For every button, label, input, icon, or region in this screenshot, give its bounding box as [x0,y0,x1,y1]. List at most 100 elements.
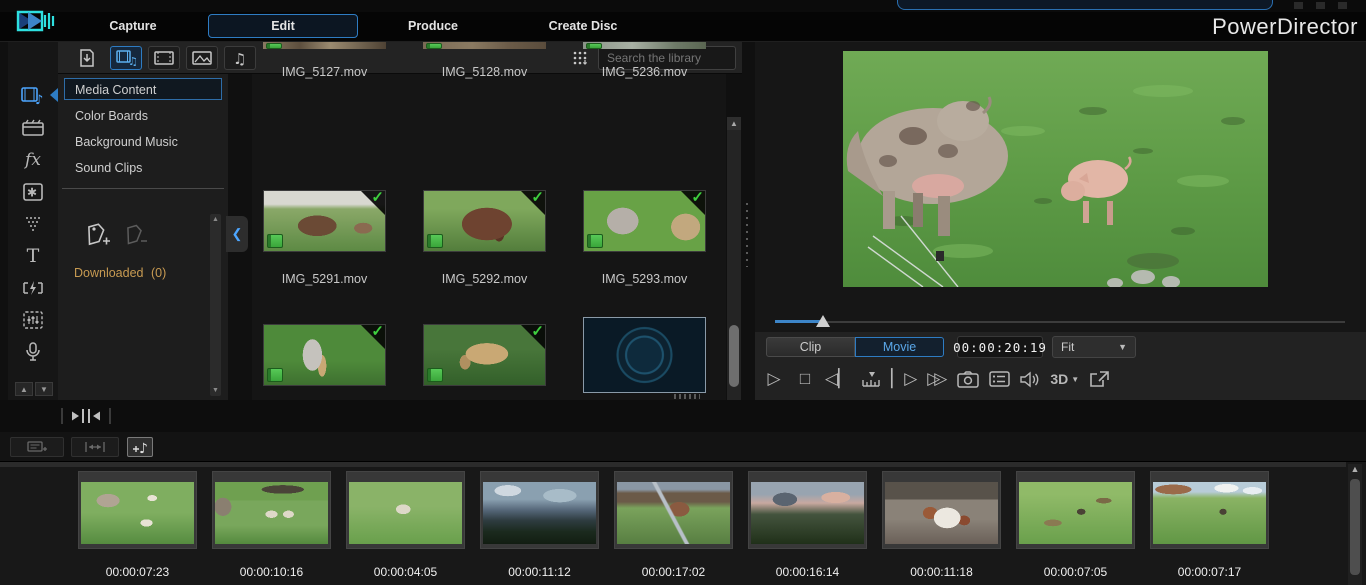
clip-thumbnail-frame[interactable] [1016,471,1135,549]
previous-frame-button[interactable]: ◁▏ [825,367,851,391]
audio-mixing-room-button[interactable] [16,306,50,334]
timeline-clip[interactable]: 00:00:07:17 [1150,471,1269,579]
import-media-icon[interactable] [72,46,102,70]
3d-mode-button[interactable]: 3D ▼ [1050,367,1079,391]
splitter-resize-handle[interactable] [60,406,112,426]
mode-tab[interactable]: Produce [358,14,508,38]
fit-timeline-button[interactable] [71,437,119,457]
scrollbar-thumb[interactable] [1350,479,1360,575]
particle-room-button[interactable] [16,210,50,238]
explorer-item[interactable]: Media Content [64,78,222,100]
splitter-dots-handle[interactable] [674,394,700,399]
media-item[interactable]: ✓ IMG_5292.mov [423,190,546,286]
media-thumbnail[interactable]: ✓ [423,324,546,386]
remove-tag-icon[interactable] [124,224,150,246]
timeline-ruler[interactable] [0,462,1346,467]
fast-forward-button[interactable]: ▷▷ [926,367,948,391]
music-filter-icon[interactable]: ♫ [224,46,256,70]
play-button[interactable]: ▷ [763,367,785,391]
next-frame-button[interactable]: ▏▷ [891,367,917,391]
volume-button[interactable] [1019,367,1041,391]
timeline-clip[interactable]: 00:00:10:16 [212,471,331,579]
mode-tab-label: Edit [271,19,295,33]
rail-scroll-down[interactable]: ▼ [35,382,53,396]
seek-track[interactable] [775,321,1345,323]
project-room-button[interactable] [16,114,50,142]
zoom-fit-dropdown[interactable]: Fit ▼ [1052,336,1136,358]
voiceover-room-button[interactable] [16,338,50,366]
media-item[interactable]: ✓ IMG_5293.mov [583,190,706,286]
media-item[interactable]: IMG_5236.mov [583,42,706,79]
media-thumbnail[interactable]: ✓ [583,190,706,252]
timeline-scrollbar[interactable]: ▲ [1348,464,1362,585]
scroll-up-icon[interactable]: ▲ [210,216,221,223]
title-room-button[interactable]: T [16,242,50,270]
clip-thumbnail-frame[interactable] [1150,471,1269,549]
preview-quality-button[interactable] [988,367,1010,391]
media-thumbnail[interactable] [263,42,386,49]
timeline-clip[interactable]: 00:00:04:05 [346,471,465,579]
timeline-clip[interactable]: 00:00:16:14 [748,471,867,579]
preview-seek-slider[interactable] [775,315,1345,329]
media-item[interactable]: IMG_5127.mov [263,42,386,79]
rail-scroll-up[interactable]: ▲ [15,382,33,396]
scroll-up-icon[interactable]: ▲ [727,117,741,130]
clip-thumbnail-frame[interactable] [78,471,197,549]
timecode-display[interactable]: 00:00:20:19 [957,336,1043,358]
clip-thumbnail-frame[interactable] [748,471,867,549]
effect-room-button[interactable]: fx [16,146,50,174]
collapse-panel-button[interactable]: ❮ [226,216,248,252]
explorer-scrollbar[interactable]: ▲ ▼ [210,214,221,396]
add-track-button[interactable] [10,437,64,457]
undock-preview-button[interactable] [1088,367,1110,391]
media-thumbnail[interactable] [423,42,546,49]
explorer-item[interactable]: Sound Clips [64,156,222,178]
media-thumbnail[interactable]: ✓ [583,317,706,393]
movie-mode-button[interactable]: Movie [855,337,944,357]
mode-header: Capture Edit Produce Create Disc PowerDi… [0,12,1366,42]
scroll-down-icon[interactable]: ▼ [210,387,221,394]
clip-thumbnail-frame[interactable] [614,471,733,549]
clip-thumbnail-frame[interactable] [480,471,599,549]
timeline-clip[interactable]: 00:00:17:02 [614,471,733,579]
scrollbar-thumb[interactable] [729,325,739,387]
seek-unit-button[interactable] [860,367,882,391]
explorer-item[interactable]: Background Music [64,130,222,152]
preview-video[interactable] [843,51,1268,287]
grid-scrollbar[interactable]: ▲ ▼ [727,117,741,435]
clip-thumbnail-frame[interactable] [346,471,465,549]
stop-button[interactable]: □ [794,367,816,391]
media-thumbnail[interactable]: ✓ [263,324,386,386]
clip-thumbnail-frame[interactable] [212,471,331,549]
timeline-clip[interactable]: 00:00:11:12 [480,471,599,579]
mode-tab[interactable]: Capture [58,14,208,38]
media-thumbnail[interactable]: ✓ [263,190,386,252]
seek-thumb[interactable] [816,315,830,327]
timeline-clip[interactable]: 00:00:11:18 [882,471,1001,579]
mode-tab[interactable]: Create Disc [508,14,658,38]
add-background-music-button[interactable]: ♪ [127,437,153,457]
panel-splitter-handle[interactable] [744,203,750,267]
clip-thumbnail [1153,482,1266,544]
snapshot-button[interactable] [957,367,979,391]
scroll-up-icon[interactable]: ▲ [1348,464,1362,477]
media-room-button[interactable]: ♪ [16,82,50,110]
timeline-clip[interactable]: 00:00:07:05 [1016,471,1135,579]
explorer-item[interactable]: Color Boards [64,104,222,126]
pip-objects-room-button[interactable]: ✱ [16,178,50,206]
transition-room-button[interactable] [16,274,50,302]
clip-thumbnail-frame[interactable] [882,471,1001,549]
downloaded-tag[interactable]: Downloaded (0) [74,266,166,280]
media-item[interactable]: ✓ IMG_5291.mov [263,190,386,286]
timeline-clip[interactable]: 00:00:07:23 [78,471,197,579]
clip-mode-button[interactable]: Clip [766,337,855,357]
video-filter-icon[interactable] [148,46,180,70]
media-thumbnail[interactable] [583,42,706,49]
photo-filter-icon[interactable] [186,46,218,70]
media-filter-icon[interactable]: ♫ [110,46,142,70]
mode-tab[interactable]: Edit [208,14,358,38]
clip-duration: 00:00:16:14 [748,565,867,579]
media-thumbnail[interactable]: ✓ [423,190,546,252]
media-item[interactable]: IMG_5128.mov [423,42,546,79]
add-tag-icon[interactable] [84,222,112,248]
